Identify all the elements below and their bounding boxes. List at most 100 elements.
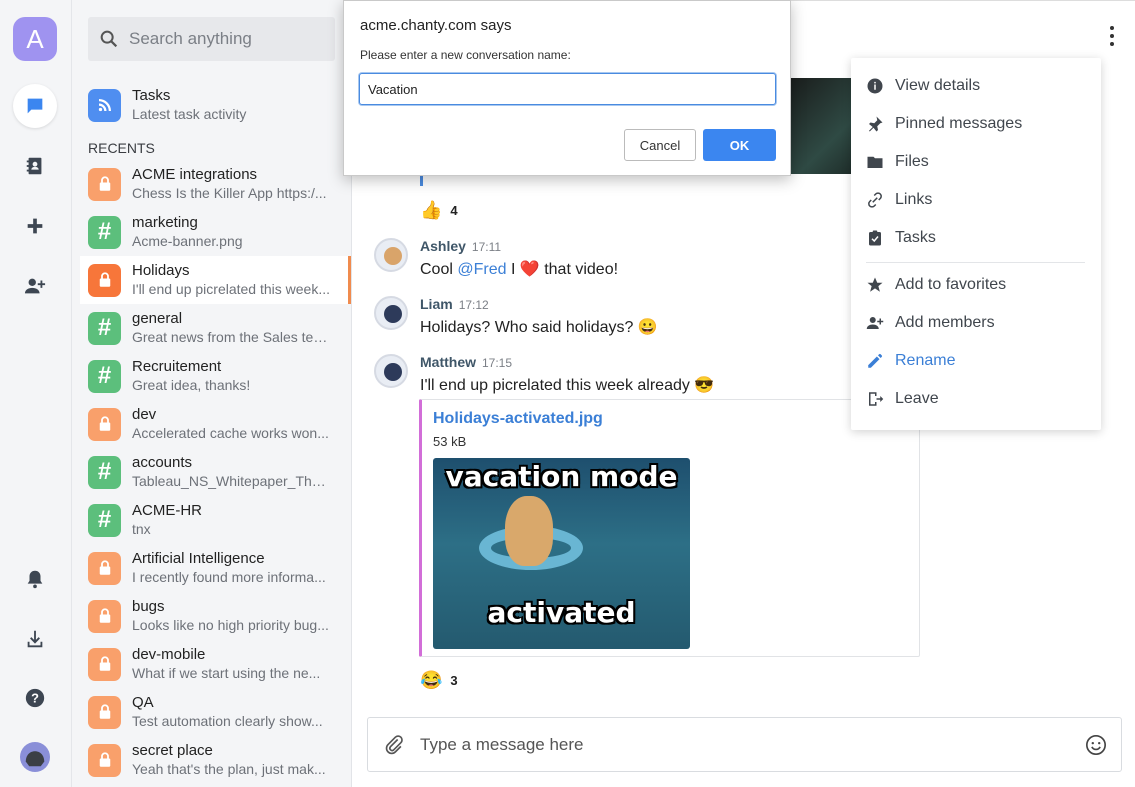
conversation-item-active[interactable]: Holidays I'll end up picrelated this week… <box>80 256 351 304</box>
chats-button[interactable] <box>13 84 57 128</box>
menu-item-add-members[interactable]: Add members <box>866 311 995 335</box>
menu-item-links[interactable]: Links <box>866 188 932 212</box>
menu-item-files[interactable]: Files <box>866 150 929 174</box>
add-user-icon <box>24 278 46 294</box>
conversation-item[interactable]: secret place Yeah that's the plan, just m… <box>80 736 351 784</box>
attachment-filename[interactable]: Holidays-activated.jpg <box>433 410 603 428</box>
lock-icon <box>88 743 121 777</box>
lock-icon <box>88 407 121 441</box>
download-icon <box>27 630 43 648</box>
lock-icon <box>88 167 121 201</box>
ok-button[interactable]: OK <box>703 129 776 161</box>
conversation-list: ACME integrations Chess Is the Killer App… <box>80 160 351 784</box>
message-author[interactable]: Ashley <box>420 238 466 254</box>
menu-item-view-details[interactable]: View details <box>866 74 980 98</box>
conversation-preview: Yeah that's the plan, just mak... <box>132 761 326 777</box>
conversation-preview: Great idea, thanks! <box>132 377 251 393</box>
workspace-avatar[interactable]: A <box>13 17 57 61</box>
laughing-icon: 😂 <box>420 670 443 690</box>
conversation-name: bugs <box>132 598 165 615</box>
help-button[interactable]: ? <box>13 676 57 720</box>
conversation-item[interactable]: # accounts Tableau_NS_Whitepaper_The_... <box>80 448 351 496</box>
conversation-item[interactable]: ACME integrations Chess Is the Killer App… <box>80 160 351 208</box>
message-author[interactable]: Matthew <box>420 354 476 370</box>
more-options-icon[interactable] <box>1107 26 1117 50</box>
lock-icon <box>88 599 121 633</box>
menu-item-rename[interactable]: Rename <box>866 349 955 373</box>
conversation-name: secret place <box>132 742 213 759</box>
heart-icon: ❤️ <box>519 261 540 278</box>
hash-icon: # <box>88 215 121 249</box>
conversation-item[interactable]: # marketing Acme-banner.png <box>80 208 351 256</box>
avatar[interactable] <box>374 238 408 272</box>
avatar[interactable] <box>374 354 408 388</box>
conversation-preview: Looks like no high priority bug... <box>132 617 329 633</box>
conversation-name: ACME-HR <box>132 502 202 519</box>
search-box[interactable]: Search anything <box>88 17 335 61</box>
conversation-item[interactable]: # Recruitement Great idea, thanks! <box>80 352 351 400</box>
bell-icon <box>27 570 43 589</box>
tasks-name: Tasks <box>132 87 171 104</box>
menu-item-leave[interactable]: Leave <box>866 387 939 411</box>
recents-heading: RECENTS <box>88 140 155 156</box>
link-icon <box>868 192 882 208</box>
user-mention[interactable]: @Fred <box>457 261 506 278</box>
paperclip-icon[interactable] <box>383 734 405 756</box>
message-author[interactable]: Liam <box>420 296 453 312</box>
conversation-preview: Chess Is the Killer App https:/... <box>132 185 327 201</box>
hash-icon: # <box>88 359 121 393</box>
conversation-item[interactable]: Artificial Intelligence I recently found … <box>80 544 351 592</box>
message: Liam 17:12 Holidays? Who said holidays? 😀 <box>374 296 658 337</box>
grin-icon: 😀 <box>637 319 658 336</box>
menu-item-add-to-favorites[interactable]: Add to favorites <box>866 273 1006 297</box>
conversation-preview: I recently found more informa... <box>132 569 326 585</box>
message-time: 17:12 <box>458 298 489 312</box>
cancel-button[interactable]: Cancel <box>624 129 696 161</box>
hash-icon: # <box>88 455 121 489</box>
attachment-size: 53 kB <box>433 434 467 449</box>
lock-icon <box>88 263 121 297</box>
conversation-item[interactable]: QA Test automation clearly show... <box>80 688 351 736</box>
conversation-preview: Great news from the Sales tea... <box>132 329 330 345</box>
conversation-item[interactable]: # general Great news from the Sales tea..… <box>80 304 351 352</box>
user-avatar[interactable] <box>13 735 57 779</box>
pencil-icon <box>868 353 883 368</box>
exit-icon <box>869 392 884 406</box>
hash-icon: # <box>88 503 121 537</box>
invite-button[interactable] <box>13 264 57 308</box>
emoji-picker-icon[interactable] <box>1085 734 1107 756</box>
menu-item-pinned-messages[interactable]: Pinned messages <box>866 112 1022 136</box>
contacts-button[interactable] <box>13 144 57 188</box>
message-composer[interactable]: Type a message here <box>367 717 1122 772</box>
avatar[interactable] <box>374 296 408 330</box>
tasks-preview: Latest task activity <box>132 106 247 122</box>
profile-avatar-icon <box>20 742 50 772</box>
search-placeholder: Search anything <box>129 29 252 48</box>
new-conversation-button[interactable] <box>13 204 57 248</box>
chat-bubble-icon <box>27 98 43 114</box>
composer-placeholder: Type a message here <box>420 734 584 754</box>
reaction-count: 3 <box>450 673 458 688</box>
conversation-name: accounts <box>132 454 193 471</box>
attachment-image[interactable]: vacation mode activated <box>433 458 690 649</box>
conversation-preview: Acme-banner.png <box>132 233 243 249</box>
lock-icon <box>88 551 121 585</box>
conversation-item[interactable]: dev-mobile What if we start using the ne.… <box>80 640 351 688</box>
conversation-name: Holidays <box>132 262 190 279</box>
reaction-thumbs-up[interactable]: 👍 4 <box>420 200 458 221</box>
dialog-message: Please enter a new conversation name: <box>360 48 571 62</box>
conversation-name: Artificial Intelligence <box>132 550 265 567</box>
download-button[interactable] <box>13 617 57 661</box>
notifications-button[interactable] <box>13 557 57 601</box>
help-icon: ? <box>25 688 45 708</box>
conversation-item[interactable]: dev Accelerated cache works won... <box>80 400 351 448</box>
reaction-laugh[interactable]: 😂 3 <box>420 670 458 691</box>
conversation-options-menu: View details Pinned messages Files Links… <box>851 58 1101 430</box>
conversation-item[interactable]: # ACME-HR tnx <box>80 496 351 544</box>
menu-item-tasks[interactable]: Tasks <box>866 226 936 250</box>
tasks-conversation[interactable]: Tasks Latest task activity <box>88 85 348 125</box>
conversation-name-input[interactable] <box>359 73 776 105</box>
message-text: Cool @Fred I ❤️ that video! <box>420 261 619 278</box>
conversation-item[interactable]: bugs Looks like no high priority bug... <box>80 592 351 640</box>
conversation-name: dev <box>132 406 157 423</box>
